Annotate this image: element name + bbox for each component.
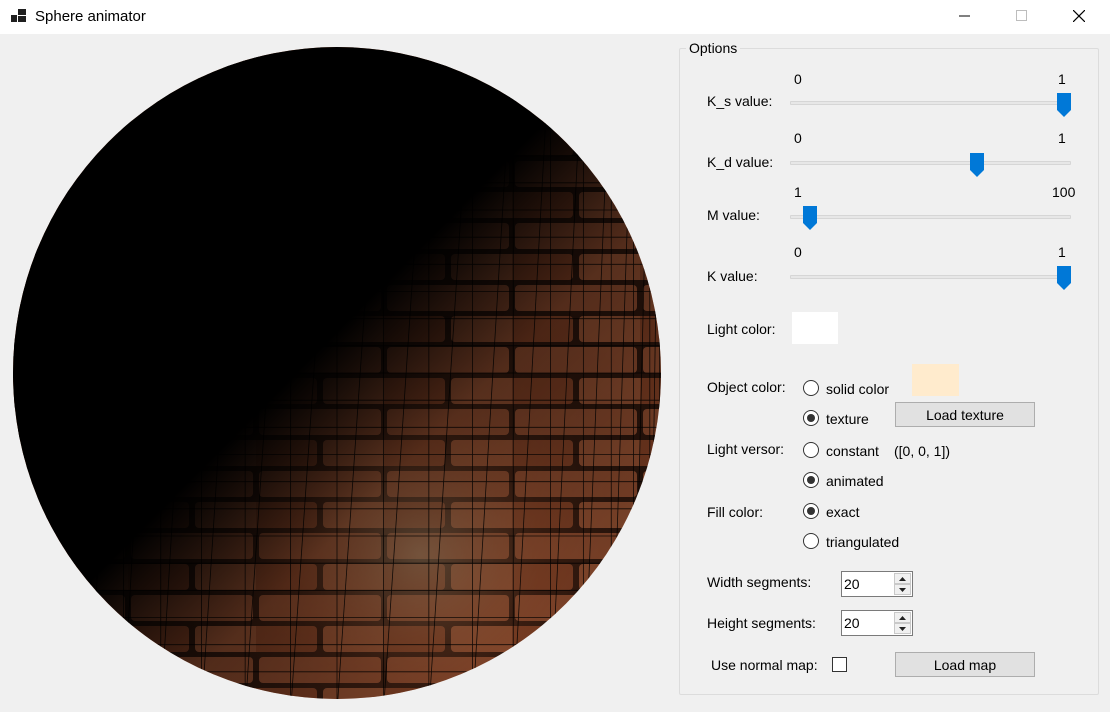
- width-segments-up-button[interactable]: [894, 573, 911, 584]
- app-icon: [11, 9, 27, 23]
- width-segments-down-button[interactable]: [894, 584, 911, 595]
- normal-map-checkbox[interactable]: [832, 657, 847, 672]
- object-color-swatch[interactable]: [912, 364, 959, 396]
- ks-max-label: 1: [1058, 71, 1066, 87]
- kd-slider[interactable]: [790, 161, 1071, 165]
- light-color-swatch[interactable]: [792, 312, 838, 344]
- k-max-label: 1: [1058, 244, 1066, 260]
- fill-color-label: Fill color:: [707, 504, 764, 520]
- width-segments-stepper[interactable]: [841, 571, 913, 597]
- close-icon: [1073, 10, 1085, 22]
- title-bar: Sphere animator: [0, 0, 1110, 34]
- minimize-button[interactable]: [942, 0, 988, 32]
- light-color-label: Light color:: [707, 321, 776, 337]
- ks-slider[interactable]: [790, 101, 1071, 105]
- k-label: K value:: [707, 268, 758, 284]
- texture-radio[interactable]: [803, 410, 819, 426]
- k-slider-thumb[interactable]: [1057, 266, 1071, 290]
- animated-label: animated: [826, 473, 884, 489]
- animated-radio[interactable]: [803, 472, 819, 488]
- m-label: M value:: [707, 207, 760, 223]
- exact-label: exact: [826, 504, 860, 520]
- triangulated-radio[interactable]: [803, 533, 819, 549]
- exact-radio[interactable]: [803, 503, 819, 519]
- maximize-icon: [1016, 10, 1027, 21]
- load-texture-button[interactable]: Load texture: [895, 402, 1035, 427]
- k-min-label: 0: [794, 244, 802, 260]
- k-slider[interactable]: [790, 275, 1071, 279]
- constant-versor-value: ([0, 0, 1]): [894, 443, 951, 459]
- kd-label: K_d value:: [707, 154, 774, 170]
- kd-max-label: 1: [1058, 130, 1066, 146]
- m-min-label: 1: [794, 184, 802, 200]
- maximize-button[interactable]: [999, 0, 1045, 32]
- object-color-label: Object color:: [707, 379, 786, 395]
- solid-color-radio[interactable]: [803, 380, 819, 396]
- chevron-up-icon: [899, 615, 906, 620]
- close-button[interactable]: [1056, 0, 1102, 32]
- sphere-render: [13, 47, 661, 699]
- chevron-up-icon: [899, 576, 906, 581]
- chevron-down-icon: [899, 587, 906, 592]
- texture-label: texture: [826, 411, 869, 427]
- height-segments-label: Height segments:: [707, 615, 816, 631]
- kd-slider-thumb[interactable]: [970, 153, 984, 177]
- height-segments-stepper[interactable]: [841, 610, 913, 636]
- options-legend: Options: [686, 40, 741, 56]
- width-segments-label: Width segments:: [707, 574, 812, 590]
- height-segments-input[interactable]: [842, 611, 892, 635]
- chevron-down-icon: [899, 626, 906, 631]
- m-slider-thumb[interactable]: [803, 206, 817, 230]
- ks-slider-thumb[interactable]: [1057, 93, 1071, 117]
- triangulated-label: triangulated: [826, 534, 900, 550]
- m-max-label: 100: [1052, 184, 1076, 200]
- app-window: Sphere animator Options K_s value: 0 1 K…: [0, 0, 1110, 712]
- width-segments-input[interactable]: [842, 572, 892, 596]
- solid-color-label: solid color: [826, 381, 890, 397]
- ks-min-label: 0: [794, 71, 802, 87]
- height-segments-up-button[interactable]: [894, 612, 911, 623]
- window-title: Sphere animator: [35, 8, 146, 25]
- m-slider[interactable]: [790, 215, 1071, 219]
- options-group: [679, 48, 1099, 695]
- light-versor-label: Light versor:: [707, 441, 785, 457]
- constant-label: constant: [826, 443, 879, 459]
- constant-radio[interactable]: [803, 442, 819, 458]
- render-canvas[interactable]: [0, 34, 672, 712]
- ks-label: K_s value:: [707, 93, 773, 109]
- kd-min-label: 0: [794, 130, 802, 146]
- height-segments-down-button[interactable]: [894, 623, 911, 634]
- normal-map-label: Use normal map:: [711, 657, 818, 673]
- minimize-icon: [959, 15, 970, 17]
- load-map-button[interactable]: Load map: [895, 652, 1035, 677]
